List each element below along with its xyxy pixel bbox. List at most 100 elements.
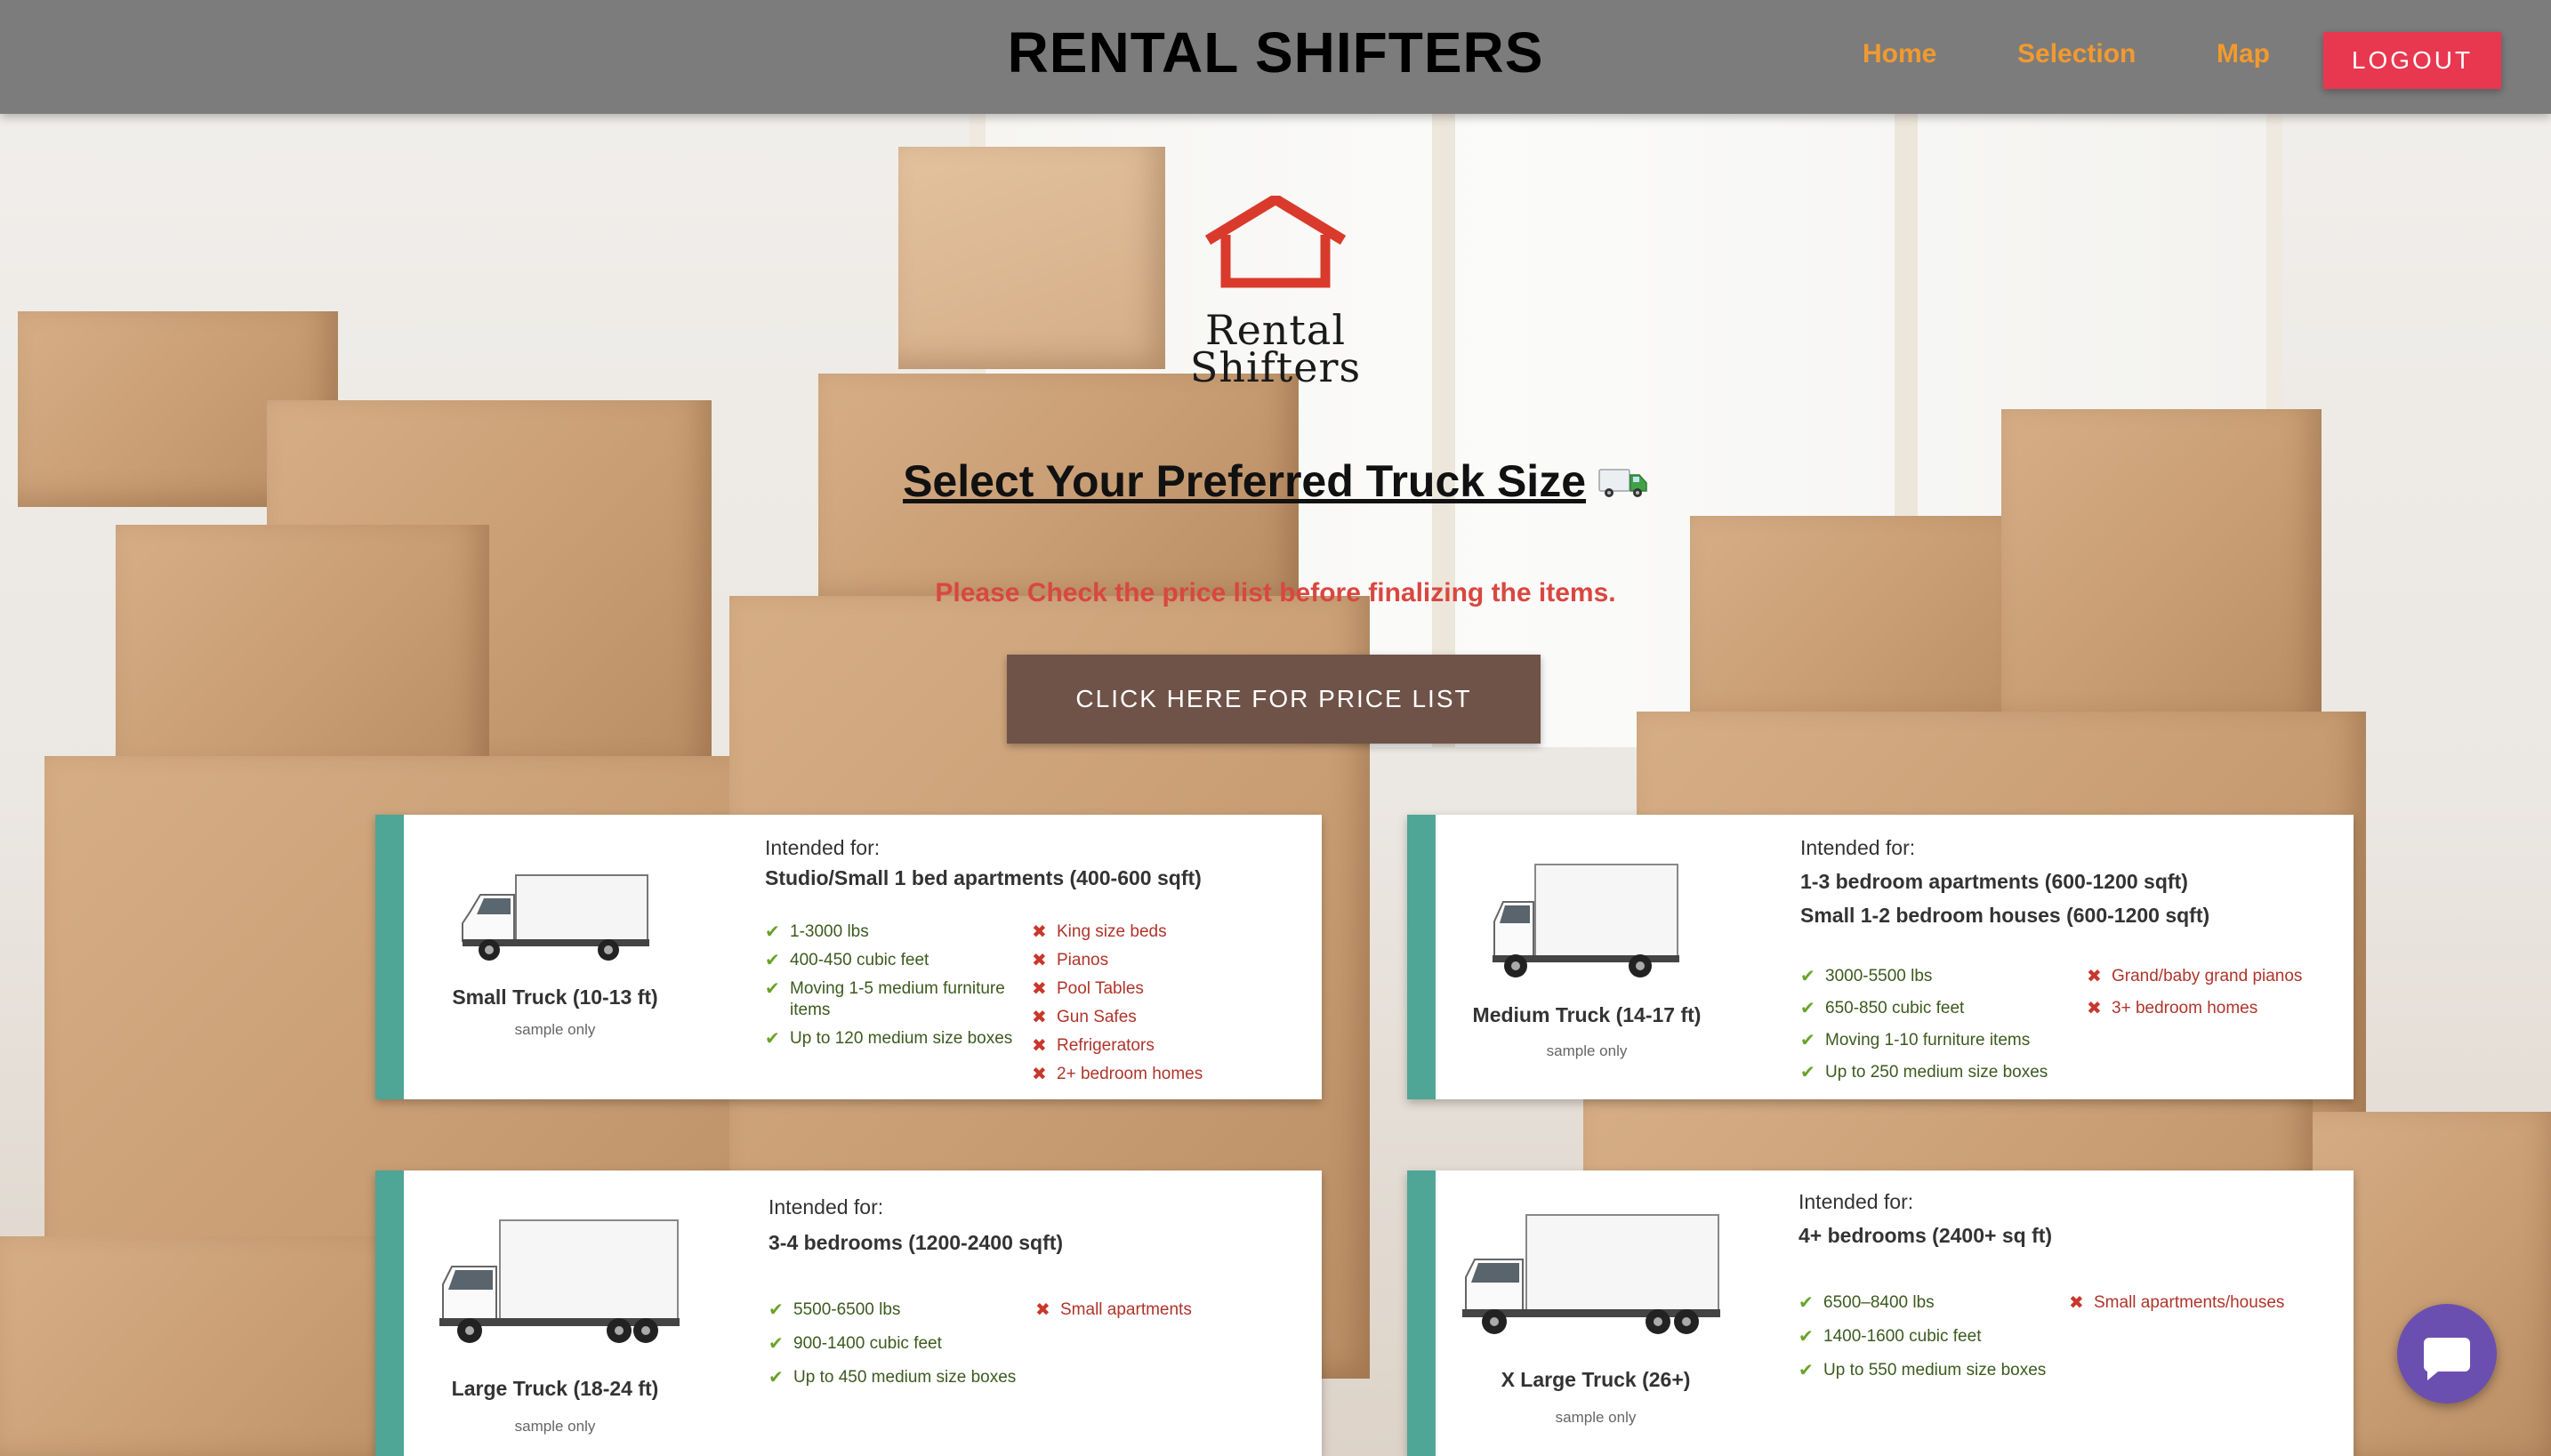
not-suitable-item: ✖ King size beds [1032, 918, 1299, 946]
check-icon: ✔ [765, 1029, 780, 1049]
intended-label: Intended for: [765, 836, 881, 859]
sample-caption: sample only [514, 1021, 596, 1038]
price-list-button[interactable]: CLICK HERE FOR PRICE LIST [1007, 655, 1541, 744]
intended-description: 1-3 bedroom apartments (600-1200 sqft) S… [1800, 865, 2209, 932]
cross-icon: ✖ [1032, 1036, 1047, 1056]
intended-line: Small 1-2 bedroom houses (600-1200 sqft) [1800, 904, 2210, 927]
logo-text-line2: Shifters [1189, 343, 1362, 391]
cardboard-box [116, 525, 489, 783]
window-mullion [1432, 107, 1455, 747]
feature-item: ✔ Up to 250 medium size boxes [1800, 1057, 2067, 1089]
intended-description: Studio/Small 1 bed apartments (400-600 s… [765, 861, 1202, 895]
check-icon: ✔ [1800, 967, 1815, 986]
not-suitable-list: ✖ Small apartments [1035, 1293, 1284, 1327]
feature-item: ✔ Up to 550 medium size boxes [1799, 1354, 2065, 1388]
sample-caption: sample only [514, 1418, 596, 1435]
xlarge-truck-image [1462, 1214, 1720, 1334]
chat-widget-button[interactable] [2397, 1304, 2497, 1404]
feature-item: ✔ 3000-5500 lbs [1800, 961, 2067, 993]
check-icon: ✔ [1800, 1031, 1815, 1050]
feature-item: ✔ 1-3000 lbs [765, 918, 1014, 946]
feature-item: ✔ Up to 450 medium size boxes [769, 1361, 1035, 1395]
top-navbar: RENTAL SHIFTERS Home Selection Map LOGOU… [0, 0, 2551, 114]
feature-item: ✔ Up to 120 medium size boxes [765, 1025, 1014, 1053]
feature-item: ✔ 900-1400 cubic feet [769, 1327, 1035, 1361]
intended-line: 1-3 bedroom apartments (600-1200 sqft) [1800, 870, 2188, 893]
chat-icon [2423, 1338, 2470, 1380]
medium-truck-image [1493, 864, 1679, 977]
page-heading: Select Your Preferred Truck Size [0, 455, 2551, 507]
feature-item: ✔ 400-450 cubic feet [765, 946, 1014, 975]
feature-list: ✔ 5500-6500 lbs ✔ 900-1400 cubic feet ✔ Up … [769, 1293, 1035, 1395]
check-icon: ✔ [765, 951, 780, 970]
feature-item: ✔ 650-850 cubic feet [1800, 993, 2067, 1025]
truck-card-small[interactable]: Small Truck (10-13 ft) sample only Inten… [375, 815, 1322, 1099]
check-icon: ✔ [1799, 1361, 1814, 1380]
cross-icon: ✖ [1032, 922, 1047, 942]
not-suitable-list: ✖ Small apartments/houses [2069, 1286, 2336, 1320]
intended-label: Intended for: [1799, 1190, 1914, 1213]
check-icon: ✔ [769, 1334, 784, 1354]
nav-home-link[interactable]: Home [1863, 39, 1936, 69]
check-icon: ✔ [765, 979, 780, 999]
cross-icon: ✖ [1032, 1008, 1047, 1027]
feature-item: ✔ 1400-1600 cubic feet [1799, 1320, 2065, 1354]
cross-icon: ✖ [1035, 1300, 1050, 1320]
intended-description: 4+ bedrooms (2400+ sq ft) [1799, 1219, 2052, 1252]
not-suitable-item: ✖ Small apartments [1035, 1293, 1284, 1327]
feature-item: ✔ Moving 1-10 furniture items [1800, 1025, 2067, 1057]
not-suitable-item: ✖ Pianos [1032, 946, 1299, 975]
feature-list: ✔ 6500–8400 lbs ✔ 1400-1600 cubic feet ✔ Up… [1799, 1286, 2065, 1388]
intended-line: 4+ bedrooms (2400+ sq ft) [1799, 1224, 2053, 1247]
logout-button[interactable]: LOGOUT [2323, 32, 2501, 89]
cardboard-box [1690, 516, 2037, 729]
feature-list: ✔ 1-3000 lbs ✔ 400-450 cubic feet ✔ Moving … [765, 918, 1014, 1053]
not-suitable-item: ✖ Grand/baby grand pianos [2087, 961, 2345, 993]
truck-name: X Large Truck (26+) [1501, 1368, 1691, 1391]
check-icon: ✔ [1800, 1063, 1815, 1082]
check-icon: ✔ [769, 1368, 784, 1388]
price-list-notice: Please Check the price list before final… [935, 578, 1616, 607]
not-suitable-item: ✖ Small apartments/houses [2069, 1286, 2336, 1320]
intended-label: Intended for: [1800, 836, 1916, 859]
check-icon: ✔ [1799, 1293, 1814, 1313]
truck-name: Medium Truck (14-17 ft) [1472, 1003, 1702, 1026]
feature-list: ✔ 3000-5500 lbs ✔ 650-850 cubic feet ✔ Movi… [1800, 961, 2067, 1089]
house-icon [1204, 196, 1347, 288]
cross-icon: ✖ [1032, 1065, 1047, 1084]
sample-caption: sample only [1555, 1409, 1637, 1426]
check-icon: ✔ [769, 1300, 784, 1320]
sample-caption: sample only [1546, 1042, 1628, 1059]
not-suitable-item: ✖ 2+ bedroom homes [1032, 1060, 1299, 1089]
large-truck-image [439, 1219, 680, 1343]
check-icon: ✔ [765, 922, 780, 942]
nav-map-link[interactable]: Map [2217, 39, 2270, 69]
intended-line: Studio/Small 1 bed apartments (400-600 s… [765, 866, 1202, 889]
cross-icon: ✖ [2087, 999, 2102, 1018]
truck-card-xlarge[interactable]: X Large Truck (26+) sample only Intended… [1407, 1170, 2354, 1456]
not-suitable-item: ✖ Pool Tables [1032, 975, 1299, 1003]
truck-card-medium[interactable]: Medium Truck (14-17 ft) sample only Inte… [1407, 815, 2354, 1099]
page-heading-text: Select Your Preferred Truck Size [903, 456, 1587, 506]
cardboard-box [898, 147, 1165, 369]
not-suitable-item: ✖ Refrigerators [1032, 1032, 1299, 1060]
small-truck-image [462, 874, 649, 961]
feature-item: ✔ 6500–8400 lbs [1799, 1286, 2065, 1320]
nav-selection-link[interactable]: Selection [2017, 39, 2136, 69]
intended-label: Intended for: [769, 1195, 884, 1219]
cross-icon: ✖ [1032, 951, 1047, 970]
cross-icon: ✖ [1032, 979, 1047, 999]
intended-description: 3-4 bedrooms (1200-2400 sqft) [769, 1226, 1063, 1259]
intended-line: 3-4 bedrooms (1200-2400 sqft) [769, 1231, 1064, 1254]
truck-card-large[interactable]: Large Truck (18-24 ft) sample only Inten… [375, 1170, 1322, 1456]
not-suitable-list: ✖ Grand/baby grand pianos ✖ 3+ bedroom hom… [2087, 961, 2345, 1025]
feature-item: ✔ 5500-6500 lbs [769, 1293, 1035, 1327]
not-suitable-item: ✖ Gun Safes [1032, 1003, 1299, 1032]
truck-name: Small Truck (10-13 ft) [452, 985, 658, 1009]
feature-item: ✔ Moving 1-5 medium furniture items [765, 979, 1005, 1019]
cross-icon: ✖ [2069, 1293, 2084, 1313]
truck-icon [1598, 469, 1647, 497]
not-suitable-list: ✖ King size beds ✖ Pianos ✖ Pool Tables ✖ Gu… [1032, 918, 1299, 1089]
not-suitable-item: ✖ 3+ bedroom homes [2087, 993, 2345, 1025]
check-icon: ✔ [1799, 1327, 1814, 1347]
